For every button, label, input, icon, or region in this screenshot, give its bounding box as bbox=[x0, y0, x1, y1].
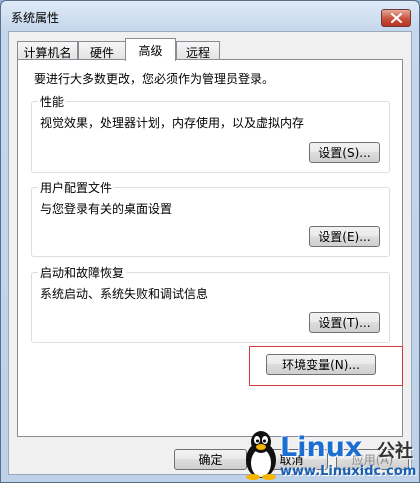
tux-penguin-icon bbox=[246, 431, 276, 480]
startup-recovery-settings-button[interactable]: 设置(T)... bbox=[309, 312, 380, 333]
system-properties-window: 系统属性 计算机名 硬件 高级 远程 要进行大多数更改，您必须作为管理员登录。 … bbox=[0, 0, 420, 483]
watermark-url: www.Linuxidc.com bbox=[280, 464, 417, 479]
performance-group: 性能 视觉效果，处理器计划，内存使用，以及虚拟内存 设置(S)... bbox=[31, 93, 390, 173]
admin-notice: 要进行大多数更改，您必须作为管理员登录。 bbox=[34, 72, 275, 86]
watermark-suffix: 公社 bbox=[377, 441, 413, 462]
tab-computer-name[interactable]: 计算机名 bbox=[17, 41, 78, 60]
user-profiles-title: 用户配置文件 bbox=[38, 179, 115, 196]
close-button[interactable] bbox=[381, 9, 411, 27]
startup-recovery-group: 启动和故障恢复 系统启动、系统失败和调试信息 设置(T)... bbox=[31, 264, 390, 343]
environment-variables-button[interactable]: 环境变量(N)... bbox=[266, 354, 376, 375]
performance-settings-button[interactable]: 设置(S)... bbox=[309, 142, 380, 163]
close-icon bbox=[390, 13, 402, 23]
tab-advanced[interactable]: 高级 bbox=[125, 38, 176, 61]
performance-description: 视觉效果，处理器计划，内存使用，以及虚拟内存 bbox=[40, 116, 305, 130]
tab-remote[interactable]: 远程 bbox=[176, 41, 220, 60]
performance-title: 性能 bbox=[38, 93, 67, 110]
dialog-client-area: 计算机名 硬件 高级 远程 要进行大多数更改，您必须作为管理员登录。 性能 视觉… bbox=[8, 31, 412, 475]
watermark-brand: Linux bbox=[280, 432, 363, 463]
startup-recovery-title: 启动和故障恢复 bbox=[38, 264, 127, 281]
user-profiles-description: 与您登录有关的桌面设置 bbox=[40, 202, 173, 216]
title-bar[interactable]: 系统属性 bbox=[1, 1, 419, 31]
tab-hardware[interactable]: 硬件 bbox=[78, 41, 126, 60]
user-profiles-settings-button[interactable]: 设置(E)... bbox=[309, 226, 380, 247]
startup-recovery-description: 系统启动、系统失败和调试信息 bbox=[40, 287, 209, 301]
linuxidc-watermark: Linux 公社 www.Linuxidc.com bbox=[243, 430, 420, 483]
window-title: 系统属性 bbox=[11, 11, 60, 25]
ok-button[interactable]: 确定 bbox=[174, 449, 247, 470]
user-profiles-group: 用户配置文件 与您登录有关的桌面设置 设置(E)... bbox=[31, 179, 390, 257]
